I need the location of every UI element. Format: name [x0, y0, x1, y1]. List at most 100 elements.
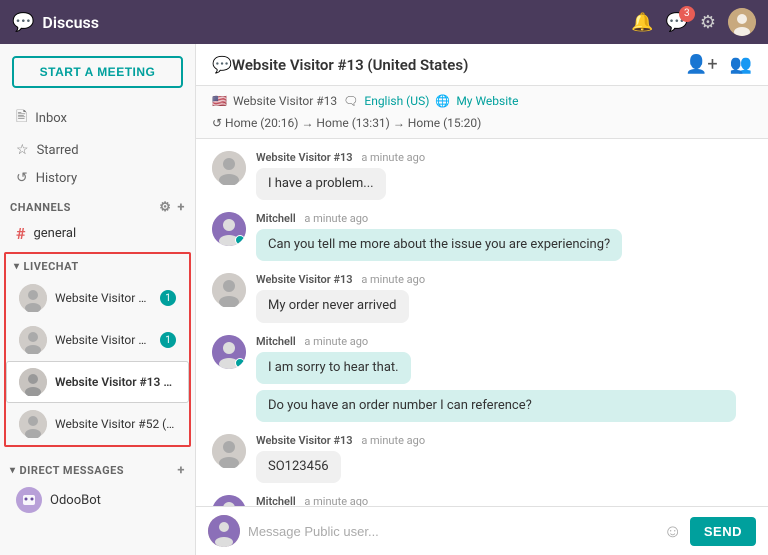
app-icon: 💬	[12, 12, 34, 33]
sidebar-item-starred[interactable]: ☆ Starred	[0, 136, 195, 164]
sidebar-item-history-label: History	[36, 171, 77, 186]
livechat-label: LIVECHAT	[24, 260, 79, 273]
odoobot-avatar	[16, 487, 42, 513]
sidebar-item-starred-label: Starred	[37, 143, 79, 158]
message-bubble-3b: Do you have an order number I can refere…	[256, 390, 736, 422]
message-meta-1: Mitchell a minute ago	[256, 212, 752, 225]
channel-general[interactable]: # general	[0, 219, 195, 248]
chat-header: 💬 Website Visitor #13 (United States) 👤+…	[196, 44, 768, 86]
message-row-4: Website Visitor #13 a minute ago SO12345…	[212, 434, 752, 483]
channels-add-icon[interactable]: +	[177, 200, 185, 215]
message-sender-3: Mitchell	[256, 335, 296, 348]
channels-label: CHANNELS	[10, 201, 71, 214]
message-meta-4: Website Visitor #13 a minute ago	[256, 434, 752, 447]
website-link[interactable]: My Website	[456, 94, 518, 108]
message-sender-5: Mitchell	[256, 495, 296, 506]
livechat-section-header: ▾ LIVECHAT	[6, 254, 189, 277]
chat-header-actions: 👤+ 👥	[685, 54, 752, 75]
mitchell-avatar-1	[212, 212, 246, 246]
user-avatar[interactable]	[728, 8, 756, 36]
livechat-badge-0: 1	[160, 290, 176, 306]
flag-icon: 🇺🇸	[212, 94, 227, 108]
chat-bubble-icon[interactable]: 💬 3	[665, 12, 687, 33]
history-icon: ↺	[16, 170, 28, 186]
message-content-4: Website Visitor #13 a minute ago SO12345…	[256, 434, 752, 483]
dm-label: DIRECT MESSAGES	[20, 464, 125, 477]
message-meta-2: Website Visitor #13 a minute ago	[256, 273, 752, 286]
message-content-5: Mitchell a minute ago Thank you. Please …	[256, 495, 752, 506]
livechat-item-0[interactable]: Website Visitor #81 (U... 1	[6, 277, 189, 319]
notification-bell-icon[interactable]: 🔔	[631, 12, 653, 33]
message-content-3: Mitchell a minute ago I am sorry to hear…	[256, 335, 752, 422]
livechat-section-highlight: ▾ LIVECHAT Website Visitor #81 (U... 1 W…	[4, 252, 191, 447]
mitchell-avatar-5	[212, 495, 246, 506]
message-row-2: Website Visitor #13 a minute ago My orde…	[212, 273, 752, 322]
dm-add-icon[interactable]: +	[177, 463, 185, 478]
inbox-icon: 🖹	[16, 106, 27, 130]
settings-icon[interactable]: ⚙	[700, 12, 716, 33]
message-content-2: Website Visitor #13 a minute ago My orde…	[256, 273, 752, 322]
language-link[interactable]: English (US)	[364, 94, 429, 108]
chat-header-title: Website Visitor #13 (United States)	[232, 56, 468, 74]
livechat-item-3[interactable]: Website Visitor #52 (United St...	[6, 403, 189, 445]
channels-actions: ⚙ +	[159, 200, 185, 215]
visitor-path: ↺ Home (20:16) → Home (13:31) → Home (15…	[212, 114, 752, 130]
app-title: Discuss	[42, 13, 99, 32]
topbar: 💬 Discuss 🔔 💬 3 ⚙	[0, 0, 768, 44]
channel-general-label: general	[33, 226, 76, 241]
livechat-name-1: Website Visitor #80 (U...	[55, 333, 152, 347]
dm-expand-icon: ▾	[10, 465, 16, 476]
message-time-0: a minute ago	[361, 151, 425, 164]
message-content-1: Mitchell a minute ago Can you tell me mo…	[256, 212, 752, 261]
livechat-avatar-2	[19, 368, 47, 396]
visitor-avatar-4	[212, 434, 246, 468]
livechat-item-1[interactable]: Website Visitor #80 (U... 1	[6, 319, 189, 361]
message-row-0: Website Visitor #13 a minute ago I have …	[212, 151, 752, 200]
main-layout: START A MEETING 🖹 Inbox ☆ Starred ↺ Hist…	[0, 44, 768, 555]
livechat-name-0: Website Visitor #81 (U...	[55, 291, 152, 305]
message-bubble-1: Can you tell me more about the issue you…	[256, 229, 622, 261]
visitor-avatar	[212, 151, 246, 185]
message-meta-3: Mitchell a minute ago	[256, 335, 752, 348]
group-icon[interactable]: 👥	[730, 54, 752, 75]
message-time-5: a minute ago	[304, 495, 368, 506]
send-button[interactable]: SEND	[690, 517, 756, 546]
message-bubble-0: I have a problem...	[256, 168, 386, 200]
livechat-item-2[interactable]: Website Visitor #13 (United St...	[6, 361, 189, 403]
message-input[interactable]	[248, 524, 655, 539]
livechat-avatar-3	[19, 410, 47, 438]
chat-header-icon: 💬	[212, 55, 232, 74]
livechat-avatar-1	[19, 326, 47, 354]
visitor-info-bar: 🇺🇸 Website Visitor #13 🗨 English (US) 🌐 …	[196, 86, 768, 139]
livechat-name-2: Website Visitor #13 (United St...	[55, 375, 176, 389]
dm-actions: +	[177, 463, 185, 478]
sidebar: START A MEETING 🖹 Inbox ☆ Starred ↺ Hist…	[0, 44, 196, 555]
channels-settings-icon[interactable]: ⚙	[159, 200, 171, 215]
message-sender-2: Website Visitor #13	[256, 273, 353, 286]
livechat-name-3: Website Visitor #52 (United St...	[55, 417, 176, 431]
livechat-expand-icon: ▾	[14, 261, 20, 272]
sender-avatar	[208, 515, 240, 547]
dm-odoobot-label: OdooBot	[50, 493, 101, 508]
message-time-2: a minute ago	[361, 273, 425, 286]
message-time-3: a minute ago	[304, 335, 368, 348]
add-user-icon[interactable]: 👤+	[685, 54, 718, 75]
emoji-button[interactable]: ☺	[663, 521, 681, 542]
chat-input-row: ☺ SEND	[196, 506, 768, 555]
sidebar-item-inbox[interactable]: 🖹 Inbox	[0, 100, 195, 136]
livechat-list: Website Visitor #81 (U... 1 Website Visi…	[6, 277, 189, 445]
sidebar-item-history[interactable]: ↺ History	[0, 164, 195, 192]
livechat-badge-1: 1	[160, 332, 176, 348]
notification-badge: 3	[679, 6, 695, 22]
star-icon: ☆	[16, 142, 29, 158]
channel-hash-icon: #	[16, 224, 25, 243]
message-sender-4: Website Visitor #13	[256, 434, 353, 447]
topbar-actions: 🔔 💬 3 ⚙	[631, 8, 756, 36]
start-meeting-button[interactable]: START A MEETING	[12, 56, 183, 88]
message-time-1: a minute ago	[304, 212, 368, 225]
message-sender-1: Mitchell	[256, 212, 296, 225]
dm-item-odoobot[interactable]: OdooBot	[0, 482, 195, 518]
visitor-name: Website Visitor #13	[233, 94, 337, 108]
dm-section-header: ▾ DIRECT MESSAGES +	[0, 455, 195, 482]
message-row-3: Mitchell a minute ago I am sorry to hear…	[212, 335, 752, 422]
